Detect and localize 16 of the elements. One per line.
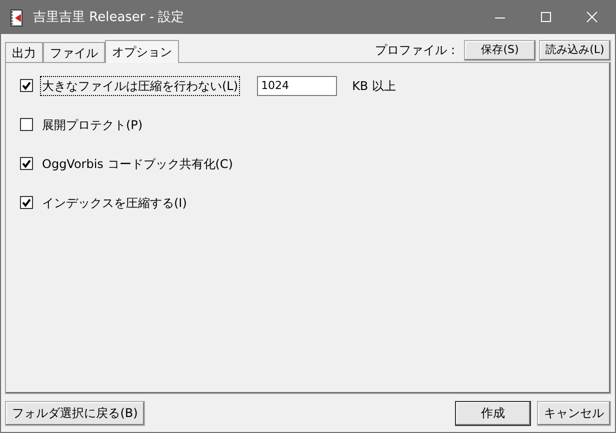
option-label: OggVorbis コードブック共有化(C) <box>41 156 234 172</box>
option-label: インデックスを圧縮する(I) <box>41 194 188 212</box>
profile-label: プロファイル : <box>375 42 455 59</box>
tab[interactable]: オプション <box>105 40 179 63</box>
profile-button[interactable]: 保存(S) <box>464 40 536 60</box>
footer-button[interactable]: キャンセル <box>537 400 611 426</box>
option-label: 大きなファイルは圧縮を行わない(L) <box>41 76 240 94</box>
profile-button[interactable]: 読み込み(L) <box>539 40 611 60</box>
tab[interactable]: 出力 <box>5 42 43 62</box>
tab[interactable]: ファイル <box>43 42 105 62</box>
window-title: 吉里吉里 Releaser - 設定 <box>33 8 186 27</box>
number-field[interactable]: 1024 <box>257 76 338 96</box>
option-label: 展開プロテクト(P) <box>41 116 144 134</box>
footer-button[interactable]: 作成 <box>455 400 531 426</box>
unit-label: KB 以上 <box>351 78 397 94</box>
back-button[interactable]: フォルダ選択に戻る(B) <box>5 400 145 426</box>
